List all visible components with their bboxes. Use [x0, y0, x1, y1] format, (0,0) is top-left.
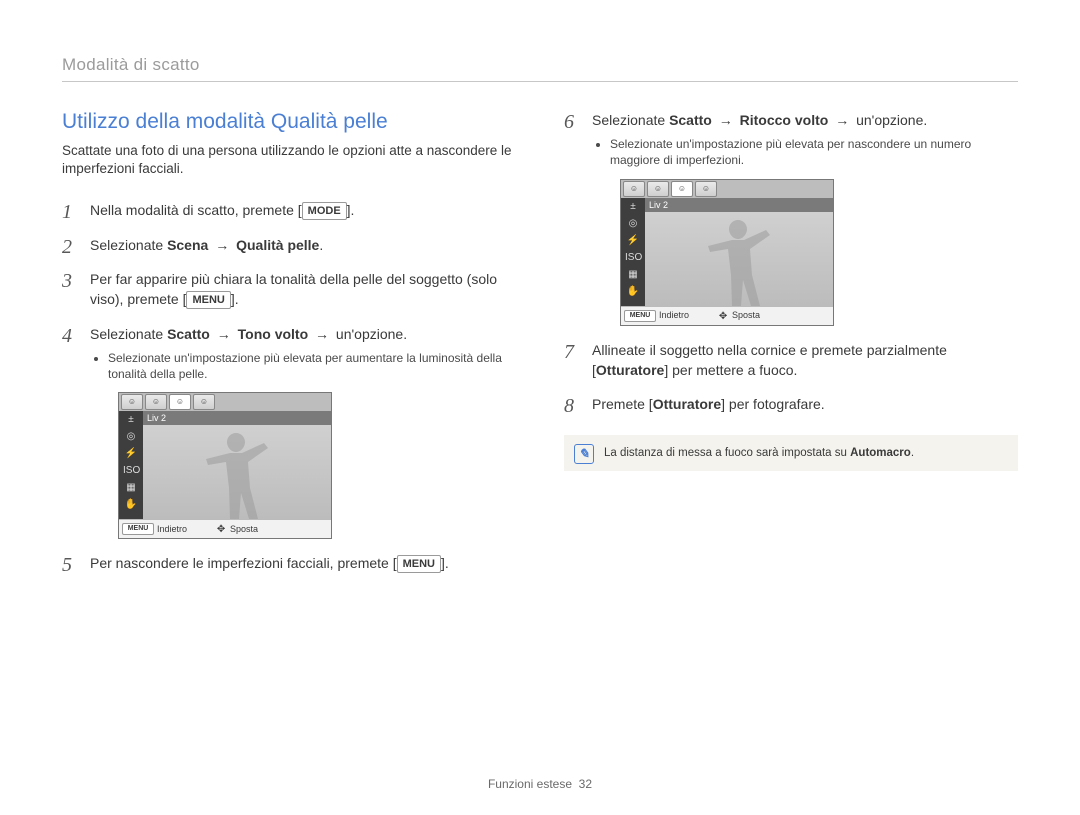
step-2: Selezionate Scena → Qualità pelle. — [62, 235, 516, 255]
menu-key: MENU — [397, 555, 441, 573]
step-2-end: . — [319, 237, 323, 253]
left-column: Utilizzo della modalità Qualità pelle Sc… — [62, 110, 516, 588]
page-footer: Funzioni estese 32 — [0, 777, 1080, 791]
step-8-bold: Otturatore — [653, 396, 721, 412]
camera-tab-icon: ☺ — [695, 181, 717, 197]
iso-icon: ISO — [123, 464, 139, 478]
step-7: Allineate il soggetto nella cornice e pr… — [564, 340, 1018, 381]
step-1-text-b: ]. — [347, 202, 355, 218]
back-label: Indietro — [157, 523, 215, 536]
exposure-icon: ± — [625, 200, 641, 214]
step-3-a: Per far apparire più chiara la tonalità … — [90, 271, 497, 307]
camera-footer: MENU Indietro ✥ Sposta — [621, 306, 833, 325]
camera-tab-icon: ☺ — [193, 394, 215, 410]
step-2-a: Selezionate — [90, 237, 167, 253]
level-bar: Liv 2 — [645, 198, 833, 212]
step-4-b: un'opzione. — [332, 326, 407, 342]
step-4-sub: Selezionate un'impostazione più elevata … — [108, 350, 516, 382]
step-6-a: Selezionate — [592, 112, 669, 128]
camera-tabs: ☺ ☺ ☺ ☺ — [621, 180, 833, 198]
step-6-bold1: Scatto — [669, 112, 712, 128]
flash-icon: ⚡ — [625, 234, 641, 248]
camera-tab-icon: ☺ — [169, 394, 191, 410]
arrow-icon: → — [214, 326, 234, 342]
camera-tab-icon: ☺ — [623, 181, 645, 197]
note-text-b: . — [911, 447, 914, 459]
camera-screen-1: ☺ ☺ ☺ ☺ ± ◎ ⚡ ISO ▦ ✋ — [118, 392, 332, 539]
footer-page: 32 — [579, 777, 592, 791]
section-title: Utilizzo della modalità Qualità pelle — [62, 110, 516, 134]
menu-key: MENU — [122, 523, 154, 535]
step-5-b: ]. — [441, 555, 449, 571]
step-4-bold1: Scatto — [167, 326, 210, 342]
navpad-icon: ✥ — [215, 523, 227, 535]
stabilizer-icon: ✋ — [625, 285, 641, 299]
arrow-icon: → — [312, 326, 332, 342]
step-8-a: Premete [ — [592, 396, 653, 412]
note-text-bold: Automacro — [850, 447, 911, 459]
arrow-icon: → — [212, 237, 232, 253]
note-icon: ✎ — [574, 444, 594, 464]
camera-side-icons: ± ◎ ⚡ ISO ▦ ✋ — [119, 411, 143, 519]
grid-icon: ▦ — [625, 268, 641, 282]
step-5-a: Per nascondere le imperfezioni facciali,… — [90, 555, 397, 571]
camera-tab-icon: ☺ — [671, 181, 693, 197]
menu-key: MENU — [624, 310, 656, 322]
iso-icon: ISO — [625, 251, 641, 265]
right-column: Selezionate Scatto → Ritocco volto → un'… — [564, 110, 1018, 588]
navpad-icon: ✥ — [717, 310, 729, 322]
back-label: Indietro — [659, 309, 717, 322]
arrow-icon: → — [716, 112, 736, 128]
mode-key: MODE — [302, 202, 347, 220]
step-8: Premete [Otturatore] per fotografare. — [564, 394, 1018, 414]
section-intro: Scattate una foto di una persona utilizz… — [62, 142, 516, 178]
note-box: ✎ La distanza di messa a fuoco sarà impo… — [564, 435, 1018, 471]
move-label: Sposta — [732, 309, 760, 322]
step-7-b: ] per mettere a fuoco. — [664, 362, 797, 378]
focus-icon: ◎ — [123, 430, 139, 444]
step-1-text-a: Nella modalità di scatto, premete [ — [90, 202, 302, 218]
step-6-b: un'opzione. — [852, 112, 927, 128]
step-3: Per far apparire più chiara la tonalità … — [62, 269, 516, 310]
stabilizer-icon: ✋ — [123, 498, 139, 512]
camera-tab-icon: ☺ — [145, 394, 167, 410]
step-4-a: Selezionate — [90, 326, 167, 342]
camera-tab-icon: ☺ — [647, 181, 669, 197]
chapter-title: Modalità di scatto — [62, 55, 1018, 82]
arrow-icon: → — [832, 112, 852, 128]
step-6-bold2: Ritocco volto — [740, 112, 829, 128]
step-4: Selezionate Scatto → Tono volto → un'opz… — [62, 324, 516, 540]
level-bar: Liv 2 — [143, 411, 331, 425]
step-5: Per nascondere le imperfezioni facciali,… — [62, 553, 516, 573]
move-label: Sposta — [230, 523, 258, 536]
camera-side-icons: ± ◎ ⚡ ISO ▦ ✋ — [621, 198, 645, 306]
camera-tabs: ☺ ☺ ☺ ☺ — [119, 393, 331, 411]
camera-footer: MENU Indietro ✥ Sposta — [119, 519, 331, 538]
person-silhouette — [703, 214, 773, 306]
person-silhouette — [201, 427, 271, 519]
camera-tab-icon: ☺ — [121, 394, 143, 410]
step-1: Nella modalità di scatto, premete [MODE]… — [62, 200, 516, 220]
step-4-bold2: Tono volto — [238, 326, 309, 342]
note-text-a: La distanza di messa a fuoco sarà impost… — [604, 447, 850, 459]
menu-key: MENU — [186, 291, 230, 309]
step-7-bold: Otturatore — [596, 362, 664, 378]
step-2-bold2: Qualità pelle — [236, 237, 319, 253]
step-6-sub: Selezionate un'impostazione più elevata … — [610, 136, 1018, 168]
grid-icon: ▦ — [123, 481, 139, 495]
flash-icon: ⚡ — [123, 447, 139, 461]
camera-screen-2: ☺ ☺ ☺ ☺ ± ◎ ⚡ ISO ▦ ✋ — [620, 179, 834, 326]
exposure-icon: ± — [123, 413, 139, 427]
focus-icon: ◎ — [625, 217, 641, 231]
step-2-bold1: Scena — [167, 237, 208, 253]
step-3-b: ]. — [231, 291, 239, 307]
footer-label: Funzioni estese — [488, 777, 572, 791]
step-6: Selezionate Scatto → Ritocco volto → un'… — [564, 110, 1018, 326]
step-8-b: ] per fotografare. — [721, 396, 825, 412]
